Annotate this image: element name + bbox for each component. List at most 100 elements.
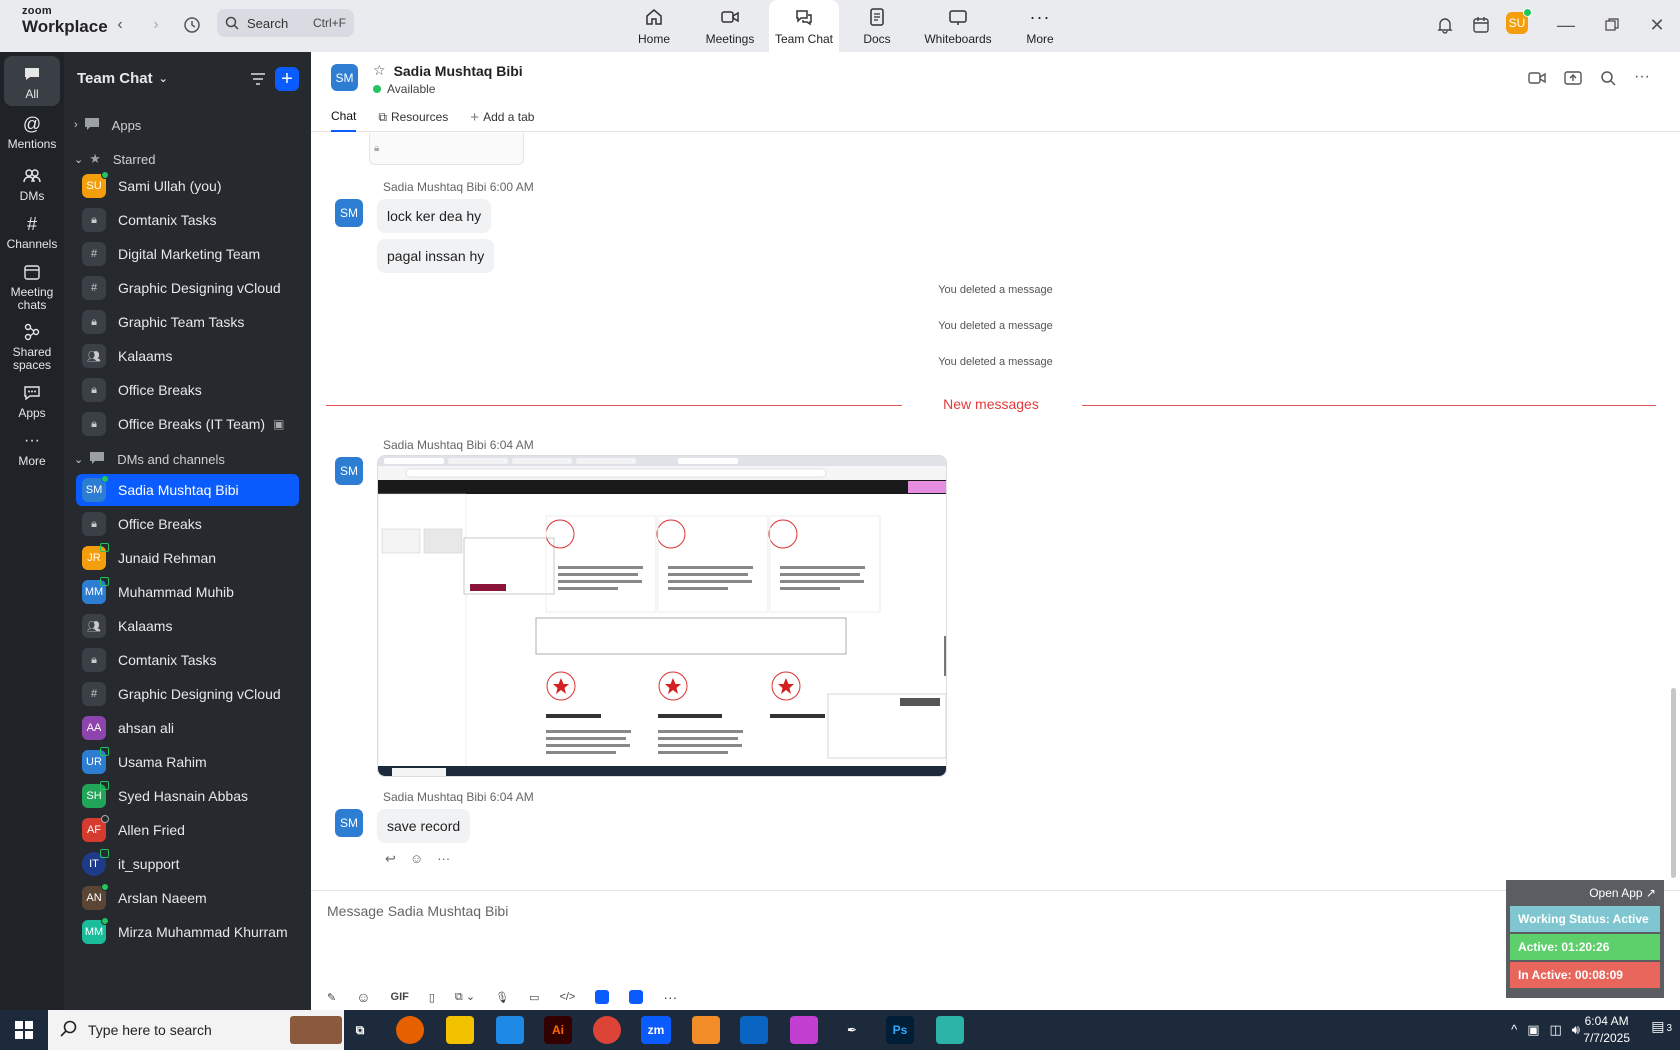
code-icon[interactable]: </>	[559, 991, 575, 1003]
sidebar-item-graphic-team-tasks[interactable]: 🔒︎ Graphic Team Tasks	[76, 306, 299, 338]
open-app-link[interactable]: Open App ↗	[1510, 884, 1660, 904]
gif-button[interactable]: GIF	[391, 991, 409, 1003]
filter-icon[interactable]	[247, 68, 269, 90]
app-icon[interactable]	[936, 1016, 964, 1044]
more-icon[interactable]: ···	[437, 851, 450, 867]
rail-mentions[interactable]: @ Mentions	[0, 114, 64, 151]
sidebar-item-sadia-mushtaq[interactable]: SM Sadia Mushtaq Bibi	[76, 474, 299, 506]
sender-avatar[interactable]: SM	[335, 457, 363, 485]
tab-home[interactable]: Home	[617, 0, 691, 52]
vscode-icon[interactable]	[496, 1016, 524, 1044]
video-message-icon[interactable]: ▭	[529, 991, 539, 1004]
rail-more[interactable]: ··· More	[0, 431, 64, 468]
sidebar-item-office-breaks-dm[interactable]: 🔒︎ Office Breaks	[76, 508, 299, 540]
bell-icon[interactable]	[1433, 13, 1457, 37]
search-icon[interactable]	[1600, 70, 1616, 91]
emoji-icon[interactable]: ☺︎	[356, 989, 370, 1005]
tab-chat[interactable]: Chat	[331, 102, 357, 132]
section-dms[interactable]: ⌄ DMs and channels	[74, 448, 225, 470]
sidebar-item-allen-fried[interactable]: AF Allen Fried	[76, 814, 299, 846]
photoshop-icon[interactable]: Ps	[886, 1016, 914, 1044]
app-icon-1[interactable]	[595, 990, 610, 1004]
reply-icon[interactable]: ↩︎	[385, 851, 396, 867]
sidebar-item-muhammad-muhib[interactable]: MM Muhammad Muhib	[76, 576, 299, 608]
sidebar-item-kalaams[interactable]: 👥︎ Kalaams	[76, 340, 299, 372]
network-icon[interactable]: ▣	[1527, 1022, 1539, 1038]
sidebar-item-arslan-naeem[interactable]: AN Arslan Naeem	[76, 882, 299, 914]
wifi-icon[interactable]: ◫	[1550, 1022, 1562, 1038]
zoom-taskbar-icon[interactable]: zm	[641, 1016, 671, 1044]
tab-resources[interactable]: ⧉ Resources	[378, 102, 448, 132]
mic-icon[interactable]: 🎙︎	[495, 991, 509, 1004]
volume-icon[interactable]: 🔊︎	[1572, 1022, 1580, 1038]
tab-meetings[interactable]: Meetings	[691, 0, 769, 52]
rail-channels[interactable]: # Channels	[0, 214, 64, 251]
sidebar-item-kalaams-dm[interactable]: 👥︎ Kalaams	[76, 610, 299, 642]
firefox-icon[interactable]	[396, 1016, 424, 1044]
new-chat-button[interactable]: +	[275, 67, 299, 91]
tab-more[interactable]: ··· More	[1001, 0, 1079, 52]
sidebar-item-syed-hasnain[interactable]: SH Syed Hasnain Abbas	[76, 780, 299, 812]
star-outline-icon[interactable]: ☆	[373, 62, 386, 79]
rail-dms[interactable]: DMs	[0, 166, 64, 203]
share-screen-icon[interactable]	[1564, 70, 1582, 91]
app-icon-2[interactable]	[629, 990, 644, 1004]
tray-expand-icon[interactable]: ^	[1511, 1022, 1517, 1038]
sidebar-item-office-breaks-it[interactable]: 🔒︎ Office Breaks (IT Team) ▣	[76, 408, 299, 440]
back-icon[interactable]: ‹	[108, 13, 132, 37]
minimize-icon[interactable]: —	[1554, 13, 1578, 37]
screenshot-icon[interactable]: ⧉ ⌄	[455, 990, 475, 1004]
xampp-icon[interactable]	[692, 1016, 720, 1044]
illustrator-icon[interactable]: Ai	[544, 1016, 572, 1044]
format-icon[interactable]: ✎	[327, 991, 336, 1004]
message-bubble[interactable]: save record	[377, 809, 471, 843]
rail-meeting-chats[interactable]: Meeting chats	[0, 262, 64, 311]
message-bubble[interactable]: lock ker dea hy	[377, 199, 492, 233]
tab-add[interactable]: + Add a tab	[470, 102, 534, 132]
video-call-icon[interactable]	[1528, 70, 1546, 91]
file-explorer-icon[interactable]	[446, 1016, 474, 1044]
sender-avatar[interactable]: SM	[335, 809, 363, 837]
windows-start-icon[interactable]	[10, 1016, 38, 1044]
outlook-icon[interactable]	[740, 1016, 768, 1044]
sidebar-item-usama-rahim[interactable]: UR Usama Rahim	[76, 746, 299, 778]
tab-whiteboards[interactable]: Whiteboards	[915, 0, 1001, 52]
sidebar-title[interactable]: Team Chat ⌄	[77, 70, 168, 87]
history-icon[interactable]	[180, 13, 204, 37]
section-starred[interactable]: ⌄ ★ Starred	[74, 148, 156, 170]
more-icon[interactable]: ···	[663, 989, 677, 1005]
taskbar-search[interactable]: Type here to search	[48, 1010, 344, 1050]
tab-docs[interactable]: Docs	[839, 0, 915, 52]
sidebar-item-it-support[interactable]: IT it_support	[76, 848, 299, 880]
more-options-icon[interactable]: ···	[1634, 69, 1650, 91]
notification-center-icon[interactable]: ▤ 3	[1651, 1018, 1672, 1035]
search-input[interactable]: Search Ctrl+F	[217, 9, 354, 37]
photos-icon[interactable]	[790, 1016, 818, 1044]
restore-icon[interactable]	[1600, 13, 1624, 37]
task-view-icon[interactable]: ⧉	[346, 1016, 374, 1044]
sidebar-item-mirza-khurram[interactable]: MM Mirza Muhammad Khurram	[76, 916, 299, 948]
section-apps[interactable]: › Apps	[74, 114, 141, 136]
scrollbar[interactable]	[1671, 688, 1676, 878]
screenshot-attachment[interactable]	[377, 455, 947, 777]
sender-avatar[interactable]: SM	[335, 199, 363, 227]
chrome-icon[interactable]	[593, 1016, 621, 1044]
forward-icon[interactable]: ›	[144, 13, 168, 37]
previous-attachment[interactable]: 🔒︎	[369, 133, 524, 165]
contact-avatar[interactable]: SM	[331, 64, 358, 91]
sidebar-item-ahsan-ali[interactable]: AA ahsan ali	[76, 712, 299, 744]
emoji-react-icon[interactable]: ☺︎	[410, 851, 423, 867]
user-avatar[interactable]: SU	[1506, 8, 1532, 34]
close-icon[interactable]: ✕	[1645, 13, 1669, 37]
rail-shared-spaces[interactable]: Shared spaces	[0, 322, 64, 371]
message-input[interactable]: Message Sadia Mushtaq Bibi	[327, 903, 508, 919]
file-icon[interactable]: ▯	[429, 991, 435, 1004]
taskbar-clock[interactable]: 6:04 AM 7/7/2025	[1583, 1013, 1630, 1047]
sidebar-item-junaid-rehman[interactable]: JR Junaid Rehman	[76, 542, 299, 574]
message-bubble[interactable]: pagal inssan hy	[377, 239, 495, 273]
sidebar-item-comtanix-tasks[interactable]: 🔒︎ Comtanix Tasks	[76, 204, 299, 236]
pen-tool-icon[interactable]: ✒︎	[838, 1016, 866, 1044]
rail-apps[interactable]: Apps	[0, 383, 64, 420]
tab-team-chat[interactable]: Team Chat	[769, 0, 839, 52]
sidebar-item-comtanix-dm[interactable]: 🔒︎ Comtanix Tasks	[76, 644, 299, 676]
